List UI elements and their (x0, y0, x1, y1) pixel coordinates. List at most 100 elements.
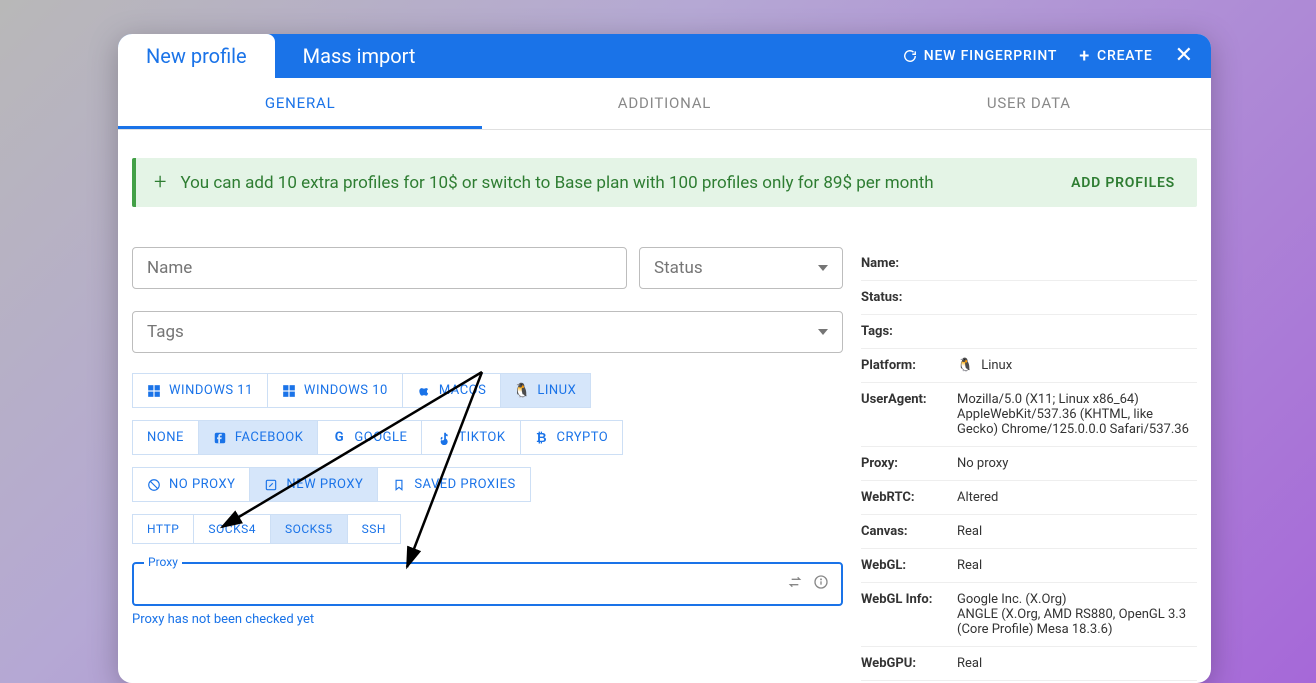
info-icon[interactable] (813, 574, 829, 594)
info-value: No proxy (957, 456, 1197, 471)
subtab-userdata[interactable]: USER DATA (847, 78, 1211, 129)
site-chip-group: NONE FACEBOOK G GOOGLE TIKTOK (132, 420, 843, 455)
linux-icon: 🐧 (515, 384, 529, 398)
chip-socks4[interactable]: SOCKS4 (193, 514, 271, 544)
tab-new-profile[interactable]: New profile (118, 34, 275, 78)
chip-label: MACOS (439, 383, 487, 398)
bitcoin-icon: ₿ (535, 431, 549, 445)
new-profile-modal: New profile Mass import NEW FINGERPRINT … (118, 34, 1211, 683)
chip-label: WINDOWS 11 (169, 383, 253, 398)
chip-new-proxy[interactable]: NEW PROXY (249, 467, 378, 502)
chip-http[interactable]: HTTP (132, 514, 194, 544)
info-row: WebRTC:Altered (861, 481, 1197, 515)
info-label: UserAgent: (861, 392, 957, 437)
chip-macos[interactable]: MACOS (402, 373, 502, 408)
add-profiles-button[interactable]: ADD PROFILES (1071, 175, 1175, 191)
info-label: Proxy: (861, 456, 957, 471)
info-label: Platform: (861, 358, 957, 373)
tags-placeholder: Tags (147, 322, 184, 342)
info-row: Status: (861, 281, 1197, 315)
name-placeholder: Name (147, 258, 192, 278)
close-icon: ✕ (1175, 43, 1193, 68)
chip-windows-10[interactable]: WINDOWS 10 (267, 373, 403, 408)
plus-icon: + (1079, 46, 1090, 67)
windows-icon (282, 384, 296, 398)
info-row: WebGPU:Real (861, 647, 1197, 681)
info-row: Tags: (861, 315, 1197, 349)
chip-crypto[interactable]: ₿ CRYPTO (520, 420, 624, 455)
info-value (957, 324, 1197, 339)
info-label: WebGL: (861, 558, 957, 573)
chip-no-proxy[interactable]: NO PROXY (132, 467, 250, 502)
info-row: Platform:🐧Linux (861, 349, 1197, 383)
linux-icon: 🐧 (957, 358, 973, 373)
chip-tiktok[interactable]: TIKTOK (421, 420, 520, 455)
chip-label: LINUX (537, 383, 576, 398)
info-row: Proxy:No proxy (861, 447, 1197, 481)
chip-label: WINDOWS 10 (304, 383, 388, 398)
chip-ssh[interactable]: SSH (347, 514, 401, 544)
new-fingerprint-button[interactable]: NEW FINGERPRINT (903, 48, 1058, 64)
info-value: Google Inc. (X.Org) ANGLE (X.Org, AMD RS… (957, 592, 1197, 637)
info-value: Mozilla/5.0 (X11; Linux x86_64) AppleWeb… (957, 392, 1197, 437)
info-value: Real (957, 524, 1197, 539)
info-label: WebRTC: (861, 490, 957, 505)
subtab-additional[interactable]: ADDITIONAL (482, 78, 846, 129)
info-row: Canvas:Real (861, 515, 1197, 549)
upsell-banner: + You can add 10 extra profiles for 10$ … (132, 158, 1197, 207)
facebook-icon (213, 431, 227, 445)
info-value: 🐧Linux (957, 358, 1197, 373)
protocol-chip-group: HTTP SOCKS4 SOCKS5 SSH (132, 514, 843, 544)
form-panel: Name Status Tags WINDOWS 11 (132, 247, 843, 681)
name-input[interactable]: Name (132, 247, 627, 289)
info-value: Real (957, 558, 1197, 573)
status-select[interactable]: Status (639, 247, 843, 289)
top-actions: NEW FINGERPRINT + CREATE ✕ (903, 45, 1211, 67)
chip-label: SAVED PROXIES (414, 477, 515, 492)
new-fingerprint-label: NEW FINGERPRINT (924, 48, 1058, 64)
proxy-hint: Proxy has not been checked yet (132, 612, 843, 627)
chip-windows-11[interactable]: WINDOWS 11 (132, 373, 268, 408)
summary-panel: Name:Status:Tags:Platform:🐧LinuxUserAgen… (861, 247, 1197, 681)
windows-icon (147, 384, 161, 398)
chip-label: NONE (147, 430, 184, 445)
chevron-down-icon (818, 329, 828, 335)
edit-icon (264, 478, 278, 492)
chip-socks5[interactable]: SOCKS5 (270, 514, 348, 544)
tab-mass-import[interactable]: Mass import (275, 34, 444, 78)
info-row: UserAgent:Mozilla/5.0 (X11; Linux x86_64… (861, 383, 1197, 447)
info-value: Real (957, 656, 1197, 671)
info-row: WebGL Info:Google Inc. (X.Org) ANGLE (X.… (861, 583, 1197, 647)
tiktok-icon (436, 431, 450, 445)
swap-icon[interactable] (787, 574, 803, 594)
plus-icon: + (154, 170, 166, 195)
chevron-down-icon (818, 265, 828, 271)
proxy-field: Proxy (132, 562, 843, 606)
chip-label: NO PROXY (169, 477, 235, 492)
info-label: Tags: (861, 324, 957, 339)
info-value: Altered (957, 490, 1197, 505)
chip-none[interactable]: NONE (132, 420, 199, 455)
content: + You can add 10 extra profiles for 10$ … (118, 130, 1211, 683)
create-label: CREATE (1097, 48, 1153, 64)
chip-google[interactable]: G GOOGLE (317, 420, 422, 455)
chip-saved-proxies[interactable]: SAVED PROXIES (377, 467, 530, 502)
no-proxy-icon (147, 478, 161, 492)
subtab-general[interactable]: GENERAL (118, 78, 482, 129)
create-button[interactable]: + CREATE (1079, 46, 1152, 67)
tags-select[interactable]: Tags (132, 311, 843, 353)
chip-facebook[interactable]: FACEBOOK (198, 420, 319, 455)
banner-text: You can add 10 extra profiles for 10$ or… (180, 173, 933, 193)
proxy-input[interactable] (146, 576, 787, 593)
proxy-mode-chip-group: NO PROXY NEW PROXY SAVED PROXIES (132, 467, 843, 502)
topbar: New profile Mass import NEW FINGERPRINT … (118, 34, 1211, 78)
chip-label: GOOGLE (354, 430, 407, 445)
info-label: Canvas: (861, 524, 957, 539)
info-label: WebGL Info: (861, 592, 957, 637)
info-label: WebGPU: (861, 656, 957, 671)
close-button[interactable]: ✕ (1175, 45, 1193, 67)
apple-icon (417, 384, 431, 398)
info-row: WebGL:Real (861, 549, 1197, 583)
chip-linux[interactable]: 🐧 LINUX (500, 373, 591, 408)
proxy-field-label: Proxy (144, 555, 182, 569)
